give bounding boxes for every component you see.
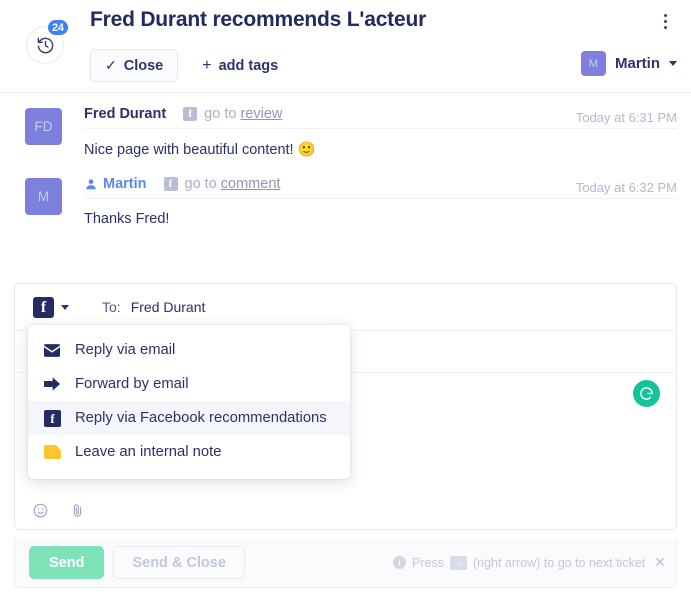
ticket-header: 24 Fred Durant recommends L'acteur ✓ Clo… (0, 0, 691, 93)
person-icon (84, 177, 98, 191)
message-header: Fred Durant f go to review Today at 6:31… (84, 106, 677, 129)
message-text: Thanks Fred! (84, 211, 170, 227)
message-author: Fred Durant (84, 106, 167, 122)
facebook-icon: f (44, 409, 64, 427)
add-tags-button[interactable]: + add tags (196, 51, 284, 81)
user-menu[interactable]: M Martin (581, 51, 677, 76)
history-count-badge: 24 (46, 18, 70, 37)
message-item: FD Fred Durant f go to review Today at 6… (0, 106, 691, 158)
dropdown-item-label: Leave an internal note (75, 444, 222, 460)
dropdown-item-reply-via-facebook[interactable]: f Reply via Facebook recommendations (28, 401, 350, 435)
message-text: Nice page with beautiful content! 🙂 (84, 142, 316, 158)
dropdown-item-reply-via-email[interactable]: Reply via email (28, 333, 350, 367)
close-hint-button[interactable]: ✕ (654, 554, 666, 571)
message-timestamp: Today at 6:32 PM (575, 180, 677, 195)
goto-prefix: go to (184, 176, 217, 192)
to-recipient[interactable]: Fred Durant (131, 299, 206, 315)
user-name: Martin (615, 55, 660, 72)
hint-press-label: Press (412, 555, 444, 570)
compose-footer: Send Send & Close i Press → (right arrow… (14, 538, 677, 588)
send-and-close-button[interactable]: Send & Close (113, 546, 245, 579)
arrow-right-key-icon: → (449, 555, 467, 570)
goto-link[interactable]: go to review (204, 106, 282, 122)
dropdown-item-label: Reply via Facebook recommendations (75, 410, 327, 426)
facebook-icon: f (33, 296, 54, 318)
message-timestamp: Today at 6:31 PM (575, 110, 677, 125)
dropdown-item-label: Reply via email (75, 342, 176, 358)
goto-target[interactable]: comment (221, 176, 281, 192)
close-ticket-button[interactable]: ✓ Close (90, 49, 179, 82)
check-icon: ✓ (105, 57, 117, 73)
to-label: To: (102, 299, 121, 315)
facebook-icon: f (163, 177, 178, 191)
info-icon: i (393, 556, 407, 569)
channel-selector-button[interactable]: f (33, 296, 69, 318)
goto-link[interactable]: go to comment (185, 176, 281, 192)
message-header: Martin f go to comment Today at 6:32 PM (84, 176, 677, 199)
goto-prefix: go to (204, 106, 237, 122)
avatar: M (25, 178, 62, 215)
close-button-label: Close (123, 57, 164, 74)
avatar: FD (25, 108, 62, 145)
history-button[interactable]: 24 (26, 18, 70, 64)
paperclip-icon[interactable] (70, 503, 85, 518)
message-item: M Martin f go to comment Today at 6:32 P… (0, 176, 691, 227)
compose-toolbar (33, 503, 85, 518)
avatar: M (581, 51, 606, 76)
more-vertical-icon[interactable] (653, 8, 677, 34)
arrow-right-icon (44, 377, 64, 391)
keyboard-hint: i Press → (right arrow) to go to next ti… (393, 554, 666, 571)
note-icon (44, 445, 64, 459)
page-title: Fred Durant recommends L'acteur (90, 8, 427, 31)
envelope-icon (44, 343, 64, 357)
dropdown-item-internal-note[interactable]: Leave an internal note (28, 435, 350, 469)
dropdown-item-label: Forward by email (75, 376, 189, 392)
plus-icon: + (202, 56, 212, 74)
goto-target[interactable]: review (240, 106, 282, 122)
chevron-down-icon[interactable] (61, 304, 69, 310)
message-list: FD Fred Durant f go to review Today at 6… (0, 93, 691, 227)
grammarly-icon[interactable] (633, 380, 660, 407)
chevron-down-icon[interactable] (669, 61, 677, 66)
send-button[interactable]: Send (29, 546, 105, 579)
reply-channel-dropdown: Reply via email Forward by email f Reply… (28, 325, 350, 479)
add-tags-label: add tags (218, 57, 279, 74)
message-author[interactable]: Martin (84, 176, 147, 192)
dropdown-item-forward-by-email[interactable]: Forward by email (28, 367, 350, 401)
hint-rest-label: (right arrow) to go to next ticket (472, 555, 646, 570)
header-actions: ✓ Close + add tags (90, 49, 284, 82)
emoji-icon[interactable] (33, 503, 48, 518)
message-author-name: Martin (103, 176, 147, 192)
facebook-icon: f (183, 107, 198, 121)
ticket-conversation-view: 24 Fred Durant recommends L'acteur ✓ Clo… (0, 0, 691, 602)
compose-recipient-row: f To: Fred Durant (15, 284, 676, 331)
